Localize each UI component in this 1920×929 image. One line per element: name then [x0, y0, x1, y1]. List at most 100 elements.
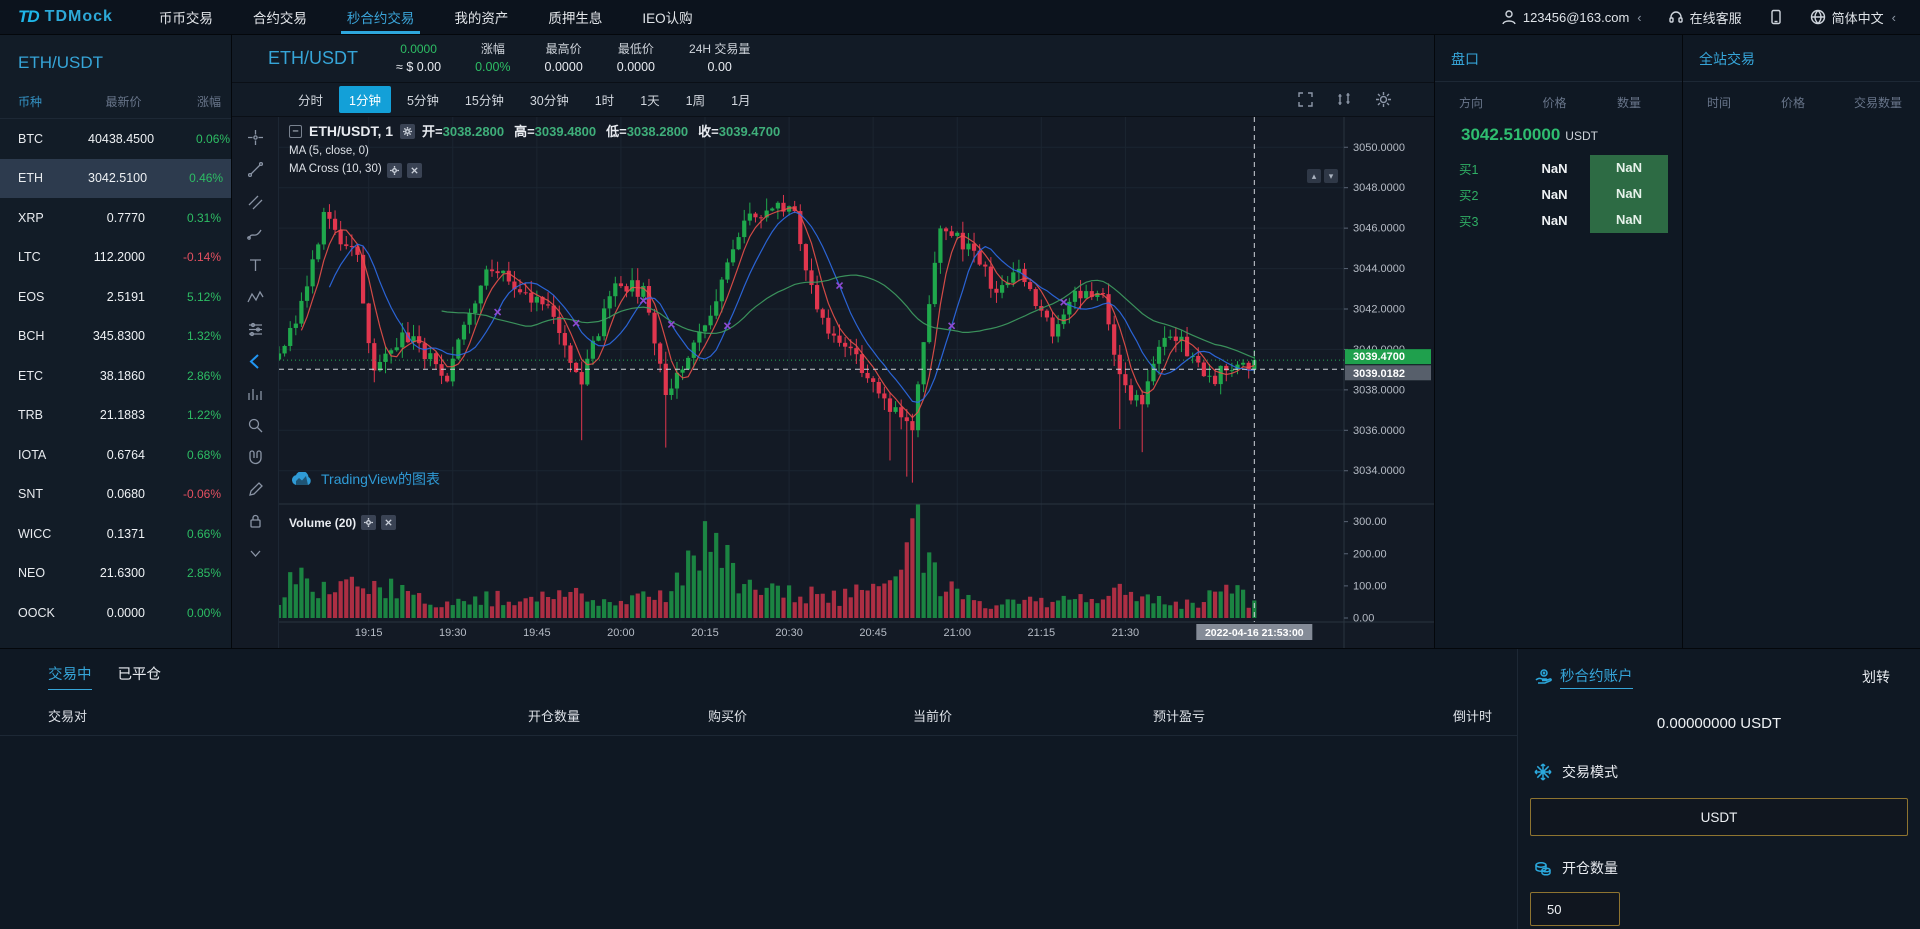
account-balance: 0.00000000 USDT: [1518, 689, 1920, 754]
coin-row-wicc[interactable]: WICC0.13710.66%: [0, 514, 231, 554]
interval-button-5[interactable]: 1时: [585, 86, 624, 113]
menu-item-0[interactable]: 币币交易: [139, 0, 233, 34]
coin-price: 112.2000: [88, 250, 159, 264]
orderbook-row-1[interactable]: 买1NaNNaN: [1435, 155, 1682, 181]
tradingview-attribution[interactable]: TradingView的图表: [291, 469, 440, 489]
price-chart[interactable]: 3050.00003048.00003046.00003044.00003042…: [279, 117, 1434, 648]
chevron-down-icon: ‹: [1892, 10, 1896, 25]
coin-symbol: OOCK: [18, 606, 88, 620]
online-support-button[interactable]: 在线客服: [1668, 8, 1742, 27]
volume-close-icon[interactable]: [381, 515, 396, 530]
lock-icon[interactable]: [240, 509, 270, 534]
edit-icon[interactable]: [240, 477, 270, 502]
text-icon[interactable]: [240, 253, 270, 278]
coin-row-trb[interactable]: TRB21.18831.22%: [0, 396, 231, 436]
coin-change: 2.85%: [159, 566, 221, 580]
coin-row-iota[interactable]: IOTA0.67640.68%: [0, 435, 231, 475]
settings-icon[interactable]: [1375, 91, 1392, 108]
all-trades-panel: 全站交易 时间 价格 交易数量: [1683, 35, 1920, 648]
back-arrow-icon[interactable]: [240, 349, 270, 374]
col-quantity: 数量: [1590, 94, 1668, 111]
language-selector[interactable]: 简体中文 ‹: [1810, 8, 1896, 27]
coin-row-eth[interactable]: ETH3042.51000.46%: [0, 159, 231, 199]
mobile-app-icon: [1768, 9, 1784, 25]
interval-button-8[interactable]: 1月: [721, 86, 760, 113]
buy-side-label: 买2: [1459, 185, 1519, 204]
coin-row-etc[interactable]: ETC38.18602.86%: [0, 356, 231, 396]
ma-cross-settings-icon[interactable]: [387, 163, 402, 178]
coin-row-snt[interactable]: SNT0.0680-0.06%: [0, 475, 231, 515]
bars-pattern-icon[interactable]: [240, 381, 270, 406]
interval-button-0[interactable]: 分时: [288, 86, 333, 113]
crosshair-icon[interactable]: [240, 125, 270, 150]
coin-row-bch[interactable]: BCH345.83001.32%: [0, 317, 231, 357]
logo[interactable]: TD TDMock: [0, 7, 139, 27]
sliders-icon[interactable]: [240, 317, 270, 342]
coin-change: 0.68%: [159, 448, 221, 462]
coin-row-oock[interactable]: OOCK0.00000.00%: [0, 593, 231, 633]
interval-button-3[interactable]: 15分钟: [455, 86, 514, 113]
app-download-button[interactable]: [1768, 9, 1784, 25]
coin-row-eos[interactable]: EOS2.51915.12%: [0, 277, 231, 317]
svg-text:0.00: 0.00: [1353, 613, 1374, 625]
trend-line-icon[interactable]: [240, 157, 270, 182]
orderbook-row-3[interactable]: 买3NaNNaN: [1435, 207, 1682, 233]
svg-text:19:45: 19:45: [523, 627, 551, 639]
magnet-icon[interactable]: [240, 445, 270, 470]
positions-tab-1[interactable]: 已平仓: [118, 663, 162, 690]
volume-settings-icon[interactable]: [361, 515, 376, 530]
svg-text:20:15: 20:15: [691, 627, 719, 639]
interval-button-7[interactable]: 1周: [676, 86, 715, 113]
open-qty-input[interactable]: [1530, 892, 1620, 926]
user-account-menu[interactable]: 123456@163.com ‹: [1501, 9, 1642, 25]
coin-change: 5.12%: [159, 290, 221, 304]
positions-tab-0[interactable]: 交易中: [48, 663, 92, 690]
positions-header: 交易对开仓数量购买价当前价预计盈亏倒计时: [0, 690, 1517, 736]
ma-cross-close-icon[interactable]: [407, 163, 422, 178]
pattern-icon[interactable]: [240, 285, 270, 310]
menu-item-5[interactable]: IEO认购: [622, 0, 712, 34]
svg-text:21:15: 21:15: [1028, 627, 1056, 639]
interval-button-6[interactable]: 1天: [630, 86, 669, 113]
interval-button-4[interactable]: 30分钟: [520, 86, 579, 113]
col-time: 时间: [1707, 94, 1764, 111]
legend-collapse-icon[interactable]: –: [289, 125, 302, 138]
svg-text:3048.0000: 3048.0000: [1353, 182, 1405, 194]
pane-up-button[interactable]: ▴: [1307, 169, 1321, 183]
coin-price: 3042.5100: [88, 171, 161, 185]
menu-item-3[interactable]: 我的资产: [434, 0, 528, 34]
headset-icon: [1668, 9, 1684, 25]
collapse-toolbar-icon[interactable]: [240, 541, 270, 566]
menu-item-2[interactable]: 秒合约交易: [327, 0, 435, 34]
svg-text:2022-04-16 21:53:00: 2022-04-16 21:53:00: [1205, 627, 1304, 639]
chart-area[interactable]: – ETH/USDT, 1 开=3038.2800高=3039.4800低=30…: [279, 117, 1434, 648]
transfer-button[interactable]: 划转: [1862, 667, 1890, 687]
fullscreen-icon[interactable]: [1297, 91, 1314, 108]
interval-button-2[interactable]: 5分钟: [397, 86, 449, 113]
coin-price: 21.1883: [88, 408, 159, 422]
coin-change: 0.00%: [159, 606, 221, 620]
coin-row-neo[interactable]: NEO21.63002.85%: [0, 554, 231, 594]
zoom-icon[interactable]: [240, 413, 270, 438]
coin-row-ltc[interactable]: LTC112.2000-0.14%: [0, 238, 231, 278]
coin-row-xrp[interactable]: XRP0.77700.31%: [0, 198, 231, 238]
trade-mode-label: 交易模式: [1562, 762, 1618, 782]
interval-button-1[interactable]: 1分钟: [339, 86, 391, 113]
legend-settings-icon[interactable]: [400, 124, 415, 139]
coin-row-btc[interactable]: BTC40438.45000.06%: [0, 119, 231, 159]
high-label: 最高价: [546, 40, 582, 58]
svg-text:3042.0000: 3042.0000: [1353, 304, 1405, 316]
orderbook-row-2[interactable]: 买2NaNNaN: [1435, 181, 1682, 207]
seconds-account-link[interactable]: 秒合约账户: [1560, 665, 1633, 689]
menu-item-4[interactable]: 质押生息: [528, 0, 622, 34]
high-value: 0.0000: [545, 58, 583, 77]
brush-icon[interactable]: [240, 221, 270, 246]
row-quantity: NaN: [1590, 181, 1668, 207]
trade-mode-select[interactable]: USDT: [1530, 798, 1908, 836]
menu-item-1[interactable]: 合约交易: [233, 0, 327, 34]
pane-down-button[interactable]: ▾: [1324, 169, 1338, 183]
channel-icon[interactable]: [240, 189, 270, 214]
coin-change: 0.46%: [161, 171, 223, 185]
indicators-icon[interactable]: [1336, 91, 1353, 108]
coin-change: 1.22%: [159, 408, 221, 422]
